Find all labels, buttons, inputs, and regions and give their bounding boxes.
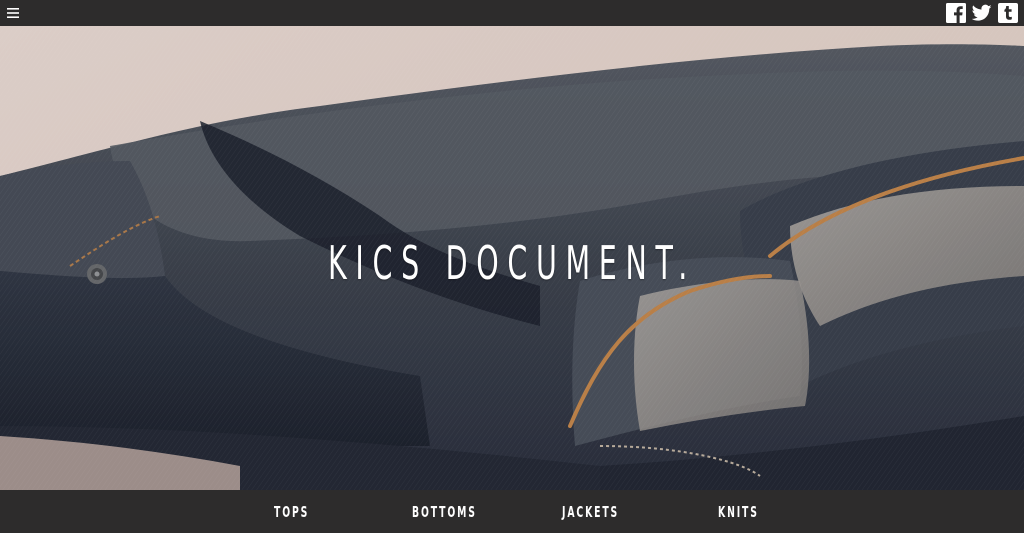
twitter-icon — [972, 4, 992, 21]
menu-button[interactable] — [0, 0, 26, 26]
facebook-link[interactable] — [946, 3, 966, 23]
nav-item-knits[interactable]: KNITS — [718, 503, 759, 521]
hamburger-menu-icon — [7, 8, 19, 18]
hero-banner: KICS DOCUMENT. — [0, 26, 1024, 490]
hero-title: KICS DOCUMENT. — [328, 236, 696, 290]
tumblr-icon — [998, 3, 1018, 23]
top-bar — [0, 0, 1024, 26]
tumblr-link[interactable] — [998, 3, 1018, 23]
category-nav: TOPS BOTTOMS JACKETS KNITS — [0, 490, 1024, 533]
twitter-link[interactable] — [972, 3, 992, 23]
nav-item-bottoms[interactable]: BOTTOMS — [412, 503, 477, 521]
facebook-icon — [946, 3, 966, 23]
social-links — [946, 3, 1024, 23]
nav-item-jackets[interactable]: JACKETS — [562, 503, 619, 521]
nav-item-tops[interactable]: TOPS — [274, 503, 309, 521]
